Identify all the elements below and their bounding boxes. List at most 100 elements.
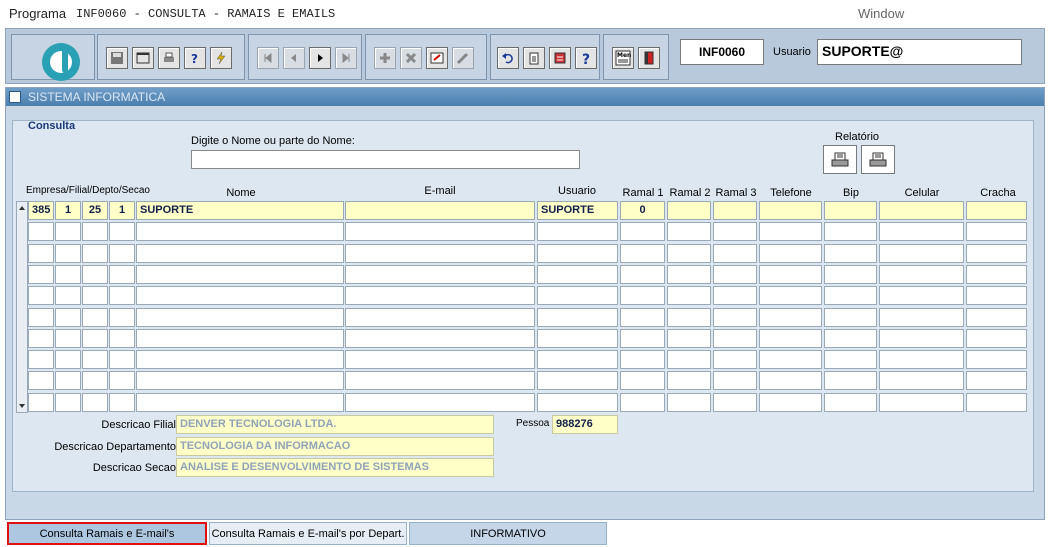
cell-ramal3[interactable]: [713, 222, 757, 242]
cell-ramal3[interactable]: [713, 328, 757, 348]
cell-bip[interactable]: [824, 201, 877, 220]
cell-ramal2[interactable]: [667, 392, 711, 412]
cell-depto[interactable]: [82, 307, 108, 327]
cell-depto[interactable]: [82, 371, 108, 391]
exit-icon[interactable]: [638, 47, 660, 69]
cell-depto[interactable]: [82, 350, 108, 370]
cell-cracha[interactable]: [966, 264, 1027, 284]
menu-programa[interactable]: Programa: [9, 6, 66, 21]
cell-empresa[interactable]: [28, 243, 54, 263]
cell-celular[interactable]: [879, 286, 964, 306]
cell-ramal1[interactable]: [620, 328, 665, 348]
cell-usuario[interactable]: [537, 264, 618, 284]
cell-ramal3[interactable]: [713, 371, 757, 391]
first-record-icon[interactable]: [257, 47, 279, 69]
cell-bip[interactable]: [824, 222, 877, 242]
cell-email[interactable]: [345, 350, 535, 370]
menu-icon[interactable]: Menu: [612, 47, 634, 69]
cell-bip[interactable]: [824, 243, 877, 263]
cell-ramal2[interactable]: [667, 201, 711, 220]
search-input[interactable]: [191, 150, 580, 169]
cell-email[interactable]: [345, 201, 535, 220]
cell-filial[interactable]: [55, 392, 81, 412]
clear-form-icon[interactable]: [426, 47, 448, 69]
cell-secao[interactable]: [109, 286, 135, 306]
cell-ramal3[interactable]: [713, 243, 757, 263]
cell-empresa[interactable]: [28, 264, 54, 284]
cell-ramal1[interactable]: [620, 307, 665, 327]
cell-celular[interactable]: [879, 222, 964, 242]
cell-cracha[interactable]: [966, 286, 1027, 306]
cell-nome[interactable]: [136, 392, 344, 412]
cell-email[interactable]: [345, 243, 535, 263]
clipboard-icon[interactable]: [523, 47, 545, 69]
cell-ramal3[interactable]: [713, 264, 757, 284]
cell-depto[interactable]: [82, 328, 108, 348]
cell-ramal2[interactable]: [667, 264, 711, 284]
cell-ramal2[interactable]: [667, 307, 711, 327]
cell-email[interactable]: [345, 328, 535, 348]
cell-secao[interactable]: 1: [109, 201, 135, 220]
cell-cracha[interactable]: [966, 201, 1027, 220]
report-print-button-2[interactable]: [861, 145, 895, 174]
cell-filial[interactable]: [55, 307, 81, 327]
cell-ramal2[interactable]: [667, 371, 711, 391]
cell-email[interactable]: [345, 371, 535, 391]
last-record-icon[interactable]: [335, 47, 357, 69]
cell-telefone[interactable]: [759, 328, 822, 348]
cell-telefone[interactable]: [759, 307, 822, 327]
cell-ramal1[interactable]: [620, 350, 665, 370]
cell-usuario[interactable]: [537, 286, 618, 306]
cell-nome[interactable]: SUPORTE: [136, 201, 344, 220]
cell-telefone[interactable]: [759, 392, 822, 412]
cell-ramal2[interactable]: [667, 286, 711, 306]
cell-secao[interactable]: [109, 243, 135, 263]
cell-celular[interactable]: [879, 392, 964, 412]
cell-cracha[interactable]: [966, 243, 1027, 263]
delete-record-icon[interactable]: [400, 47, 422, 69]
undo-icon[interactable]: [497, 47, 519, 69]
cell-ramal3[interactable]: [713, 286, 757, 306]
cell-secao[interactable]: [109, 222, 135, 242]
cell-nome[interactable]: [136, 350, 344, 370]
cell-celular[interactable]: [879, 371, 964, 391]
cell-usuario[interactable]: [537, 328, 618, 348]
cell-celular[interactable]: [879, 307, 964, 327]
cell-ramal2[interactable]: [667, 350, 711, 370]
query-help-icon[interactable]: ?: [184, 47, 206, 69]
list-values-icon[interactable]: [549, 47, 571, 69]
cell-email[interactable]: [345, 286, 535, 306]
cell-secao[interactable]: [109, 392, 135, 412]
cell-telefone[interactable]: [759, 201, 822, 220]
window-icon[interactable]: [132, 47, 154, 69]
cell-celular[interactable]: [879, 264, 964, 284]
scroll-up-icon[interactable]: [18, 203, 26, 211]
table-scrollbar[interactable]: [16, 201, 28, 413]
cell-empresa[interactable]: [28, 371, 54, 391]
cell-secao[interactable]: [109, 371, 135, 391]
execute-query-icon[interactable]: [210, 47, 232, 69]
cell-depto[interactable]: [82, 243, 108, 263]
cell-nome[interactable]: [136, 222, 344, 242]
cell-telefone[interactable]: [759, 222, 822, 242]
cell-filial[interactable]: 1: [55, 201, 81, 220]
cell-usuario[interactable]: [537, 392, 618, 412]
save-icon[interactable]: [106, 47, 128, 69]
cell-ramal3[interactable]: [713, 307, 757, 327]
cell-usuario[interactable]: SUPORTE: [537, 201, 618, 220]
cell-filial[interactable]: [55, 264, 81, 284]
cell-ramal1[interactable]: [620, 286, 665, 306]
cell-ramal1[interactable]: [620, 264, 665, 284]
cell-celular[interactable]: [879, 201, 964, 220]
cell-bip[interactable]: [824, 371, 877, 391]
report-print-button-1[interactable]: [823, 145, 857, 174]
cell-bip[interactable]: [824, 286, 877, 306]
cell-usuario[interactable]: [537, 307, 618, 327]
cell-secao[interactable]: [109, 307, 135, 327]
cell-depto[interactable]: 25: [82, 201, 108, 220]
cell-filial[interactable]: [55, 371, 81, 391]
cell-filial[interactable]: [55, 243, 81, 263]
cell-nome[interactable]: [136, 328, 344, 348]
cell-cracha[interactable]: [966, 371, 1027, 391]
help-icon[interactable]: ?: [575, 47, 597, 69]
